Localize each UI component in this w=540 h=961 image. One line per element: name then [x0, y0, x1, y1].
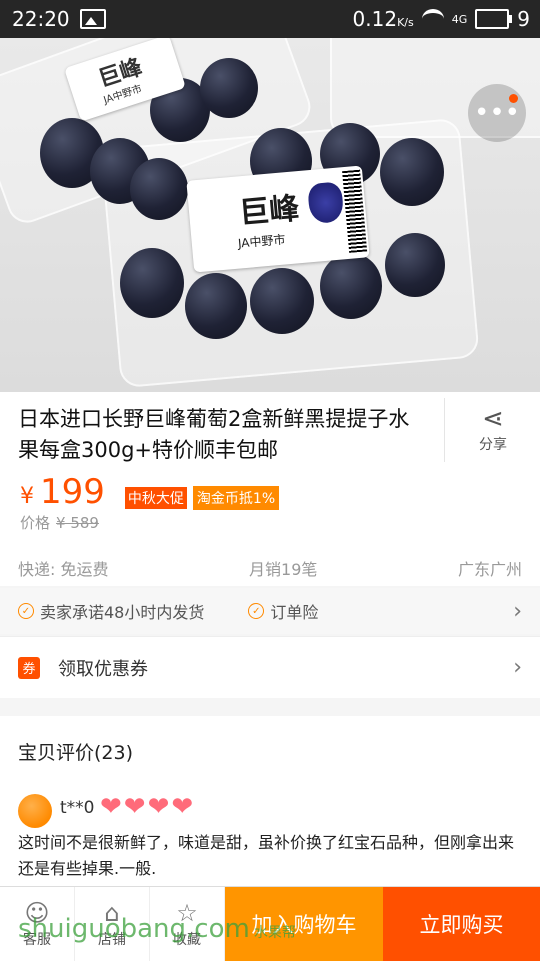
buy-now-button[interactable]: 立即购买 — [383, 887, 540, 961]
add-to-cart-button[interactable]: 加入购物车 — [225, 887, 383, 961]
network-speed: 0.12K/s — [352, 7, 414, 31]
reviewer-level: ❤ ❤ ❤ ❤ — [100, 792, 193, 822]
shop-button[interactable]: ⌂ 店铺 — [75, 887, 150, 961]
customer-service-icon: ☺ — [24, 899, 50, 927]
original-price: 价格 ¥ 589 — [20, 514, 99, 532]
favorite-button[interactable]: ☆ 收藏 — [150, 887, 225, 961]
star-icon: ☆ — [176, 899, 198, 927]
review-text: 这时间不是很新鲜了，味道是甜，虽补价换了红宝石品种，但刚拿出来还是有些掉果.一般… — [18, 833, 515, 878]
service-guarantees[interactable]: ✓ 卖家承诺48小时内发货 ✓ 订单险 › — [0, 588, 540, 634]
customer-service-button[interactable]: ☺ 客服 — [0, 887, 75, 961]
share-icon: ⋖ — [482, 404, 504, 434]
product-label: 巨峰 JA中野市 — [186, 165, 370, 273]
grape — [385, 233, 445, 297]
shop-icon: ⌂ — [104, 899, 120, 927]
battery-icon — [475, 9, 513, 29]
label-brand: 巨峰 — [237, 191, 301, 232]
grape — [185, 273, 247, 339]
check-icon: ✓ — [18, 603, 34, 619]
grape — [320, 253, 382, 319]
image-notification-icon — [79, 9, 106, 29]
status-bar: 22:20 0.12K/s 4G 9 — [0, 0, 540, 38]
heart-icon: ❤ — [100, 792, 122, 822]
ship-location: 广东广州 — [457, 560, 522, 579]
bottom-action-bar: ☺ 客服 ⌂ 店铺 ☆ 收藏 加入购物车 立即购买 — [0, 886, 540, 961]
heart-icon: ❤ — [147, 792, 170, 822]
chevron-right-icon: › — [513, 598, 522, 624]
share-label: 分享 — [479, 437, 507, 453]
grape — [200, 58, 258, 118]
network-type: 4G — [451, 12, 468, 26]
product-meta: 快递: 免运费 月销19笔 广东广州 — [0, 556, 540, 580]
coupon-icon: 券 — [18, 656, 40, 679]
grape-bunch-icon — [307, 181, 345, 225]
coin-badge: 淘金币抵1% — [192, 486, 280, 510]
battery-level: 9 — [517, 7, 530, 31]
grape — [250, 268, 314, 334]
product-title: 日本进口长野巨峰葡萄2盒新鲜黑提提子水果每盒300g+特价顺丰包邮 — [18, 407, 410, 462]
grape — [380, 138, 444, 206]
chevron-right-icon: › — [513, 655, 522, 680]
promo-badge: 中秋大促 — [124, 487, 187, 509]
check-icon: ✓ — [248, 603, 265, 619]
grape — [130, 158, 188, 220]
product-image-carousel[interactable]: 巨峰 JA中野市 巨峰 JA中野市 ••• — [0, 38, 540, 392]
notification-dot — [509, 94, 518, 103]
heart-icon: ❤ — [171, 792, 194, 822]
price: 199 — [40, 472, 105, 512]
wifi-icon — [421, 9, 444, 29]
reviews-title: 宝贝评价(23) — [18, 742, 134, 764]
more-button[interactable]: ••• — [468, 84, 526, 142]
reviewer-avatar — [18, 794, 52, 828]
service-shipping-promise: 卖家承诺48小时内发货 — [40, 603, 205, 622]
share-button[interactable]: ⋖ 分享 — [444, 398, 540, 462]
reviewer-name: t**0 — [60, 798, 95, 818]
heart-icon: ❤ — [123, 792, 146, 822]
price-row: ¥ 199 中秋大促 淘金币抵1% — [20, 472, 280, 512]
reviews-section[interactable]: 宝贝评价(23) t**0 ❤ ❤ ❤ ❤ 这时间不是很新鲜了，味道是甜，虽补价… — [0, 716, 540, 896]
currency-symbol: ¥ — [20, 484, 34, 509]
coupon-row[interactable]: 券 领取优惠券 › — [0, 636, 540, 698]
service-order-insurance: 订单险 — [270, 603, 319, 622]
coupon-label: 领取优惠券 — [58, 658, 148, 680]
status-time: 22:20 — [12, 7, 70, 31]
label-origin: JA中野市 — [237, 232, 286, 251]
shipping-info: 快递: 免运费 — [18, 560, 109, 579]
monthly-sales: 月销19笔 — [249, 560, 318, 579]
grape — [120, 248, 184, 318]
